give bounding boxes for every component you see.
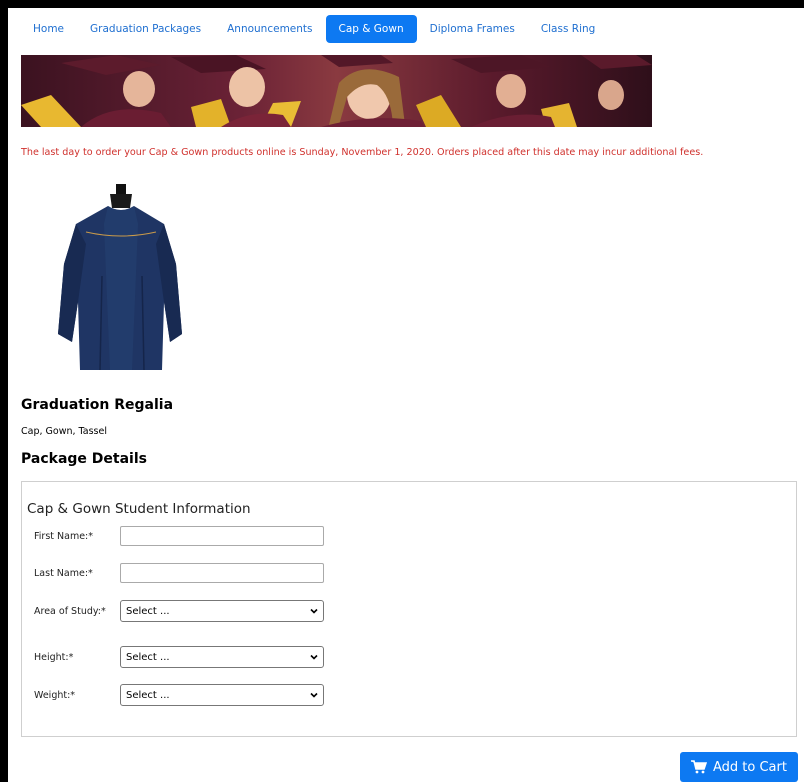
chevron-down-icon <box>310 608 318 614</box>
height-selected: Select ... <box>126 651 170 663</box>
nav-home[interactable]: Home <box>20 15 77 43</box>
area-of-study-row: Area of Study:* Select ... <box>34 600 324 622</box>
graduation-banner-image <box>21 55 652 127</box>
nav-graduation-packages[interactable]: Graduation Packages <box>77 15 214 43</box>
weight-row: Weight:* Select ... <box>34 684 324 706</box>
student-information-form: Cap & Gown Student Information First Nam… <box>21 481 797 737</box>
nav-cap-and-gown[interactable]: Cap & Gown <box>325 15 417 43</box>
height-select[interactable]: Select ... <box>120 646 324 668</box>
gown-product-image <box>46 184 196 374</box>
nav-class-ring[interactable]: Class Ring <box>528 15 609 43</box>
area-of-study-label: Area of Study:* <box>34 605 106 617</box>
main-nav: Home Graduation Packages Announcements C… <box>20 15 608 43</box>
height-label: Height:* <box>34 651 74 663</box>
first-name-input[interactable] <box>120 526 324 546</box>
weight-select[interactable]: Select ... <box>120 684 324 706</box>
last-name-input[interactable] <box>120 563 324 583</box>
product-description: Cap, Gown, Tassel <box>21 426 107 437</box>
last-name-row: Last Name:* <box>34 562 324 584</box>
height-row: Height:* Select ... <box>34 646 324 668</box>
form-legend: Cap & Gown Student Information <box>27 501 251 517</box>
chevron-down-icon <box>310 692 318 698</box>
add-to-cart-button[interactable]: Add to Cart <box>680 752 798 782</box>
page-frame: Home Graduation Packages Announcements C… <box>8 8 804 782</box>
first-name-label: First Name:* <box>34 530 93 542</box>
last-name-label: Last Name:* <box>34 567 93 579</box>
nav-diploma-frames[interactable]: Diploma Frames <box>417 15 528 43</box>
area-of-study-select[interactable]: Select ... <box>120 600 324 622</box>
add-to-cart-label: Add to Cart <box>713 759 787 775</box>
chevron-down-icon <box>310 654 318 660</box>
area-of-study-selected: Select ... <box>126 605 170 617</box>
weight-selected: Select ... <box>126 689 170 701</box>
product-title: Graduation Regalia <box>21 397 174 413</box>
first-name-row: First Name:* <box>34 525 324 547</box>
weight-label: Weight:* <box>34 689 76 701</box>
cart-icon <box>691 760 707 774</box>
order-deadline-notice: The last day to order your Cap & Gown pr… <box>21 147 704 158</box>
package-details-heading: Package Details <box>21 451 147 467</box>
nav-announcements[interactable]: Announcements <box>214 15 325 43</box>
